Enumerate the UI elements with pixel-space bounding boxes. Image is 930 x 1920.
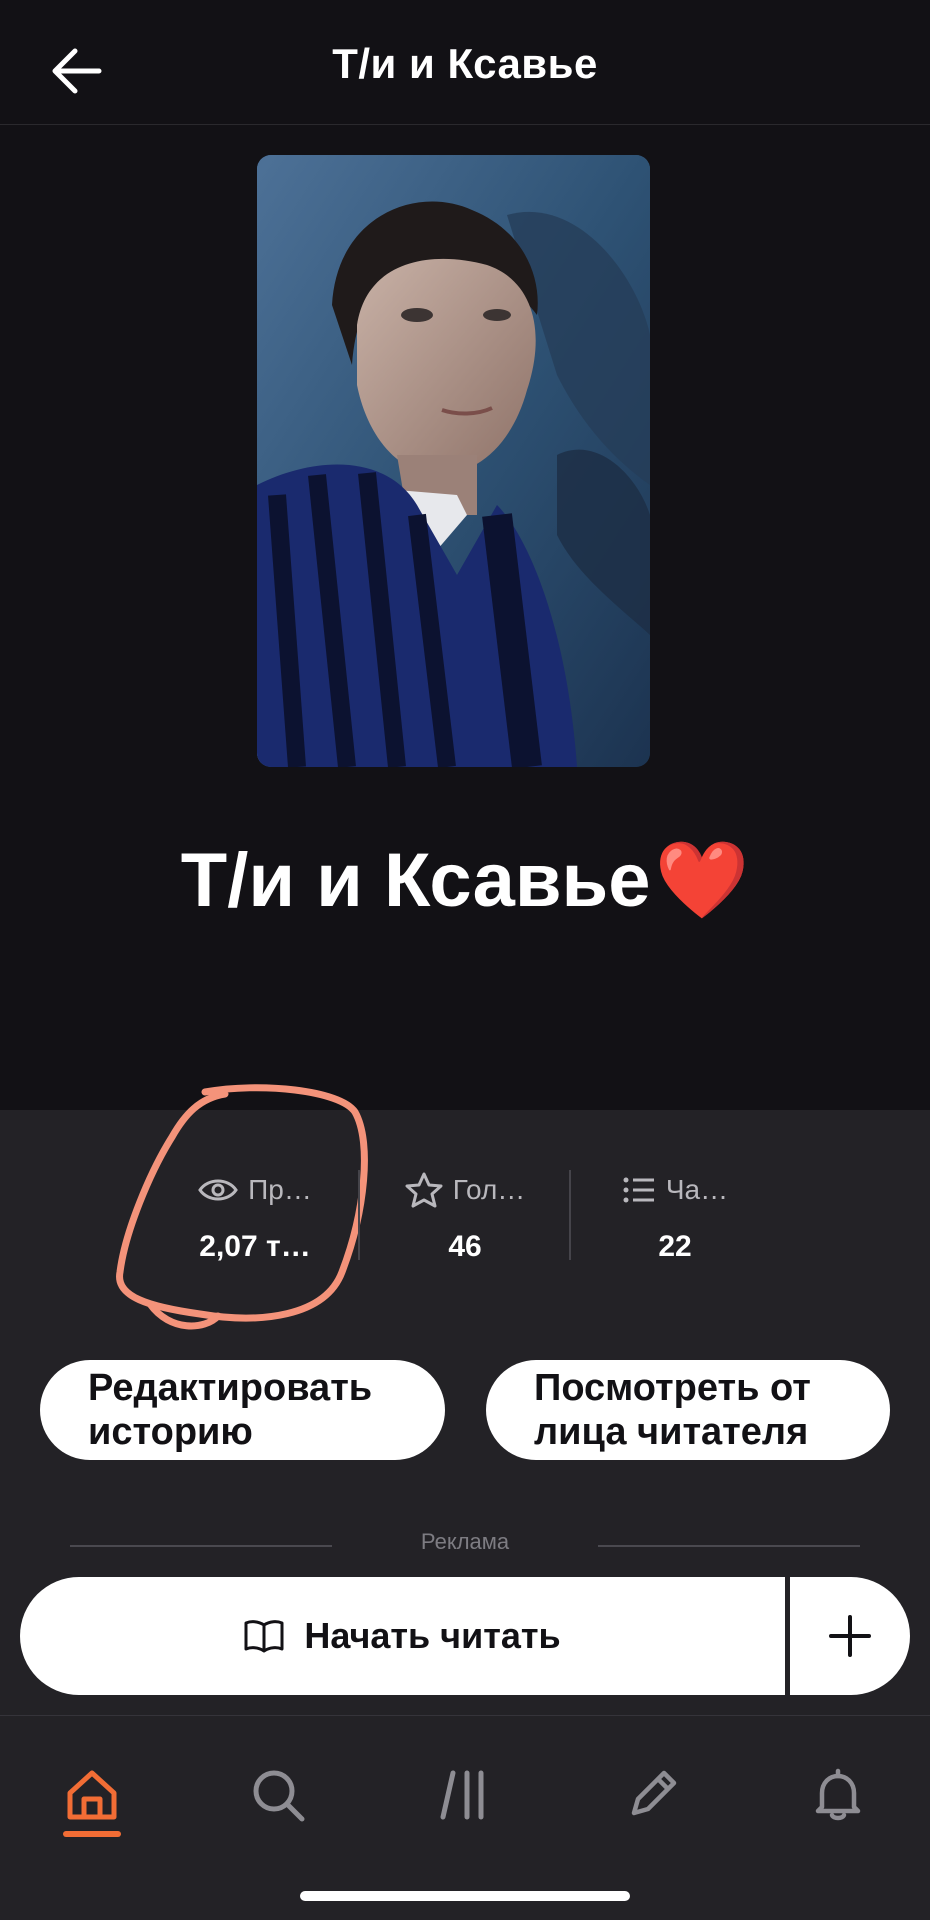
heart-emoji: ❤️ bbox=[654, 838, 750, 923]
library-icon bbox=[440, 1770, 484, 1820]
search-icon bbox=[253, 1770, 305, 1822]
story-cover-image bbox=[257, 155, 650, 767]
start-reading-bar: Начать читать bbox=[20, 1577, 910, 1695]
story-page: Т/и и Ксавье Т/и и Ксавье❤️ Пр… 2,07 т… … bbox=[0, 0, 930, 1920]
ad-separator: Реклама bbox=[70, 1525, 860, 1565]
reader-view-label-line1: Посмотреть от bbox=[534, 1367, 811, 1409]
page-title: Т/и и Ксавье bbox=[332, 40, 598, 87]
start-reading-button[interactable]: Начать читать bbox=[20, 1577, 785, 1695]
pencil-icon bbox=[631, 1770, 677, 1816]
story-hero: Т/и и Ксавье❤️ bbox=[0, 125, 930, 1110]
start-reading-label: Начать читать bbox=[304, 1615, 561, 1656]
add-to-library-button[interactable] bbox=[790, 1577, 910, 1695]
nav-home[interactable] bbox=[47, 1750, 137, 1840]
stat-votes: Гол… 46 bbox=[360, 1170, 570, 1264]
edit-story-label-line2: историю bbox=[88, 1411, 253, 1453]
ad-label: Реклама bbox=[420, 1529, 510, 1554]
star-icon bbox=[405, 1172, 443, 1208]
cover-illustration bbox=[257, 155, 650, 767]
nav-library[interactable] bbox=[420, 1750, 510, 1840]
bottom-nav bbox=[0, 1715, 930, 1920]
stat-votes-value: 46 bbox=[448, 1230, 482, 1263]
story-title: Т/и и Ксавье❤️ bbox=[0, 835, 930, 925]
nav-search[interactable] bbox=[233, 1750, 323, 1840]
top-bar: Т/и и Ксавье bbox=[0, 0, 930, 125]
eye-icon bbox=[198, 1179, 238, 1201]
divider bbox=[598, 1545, 860, 1547]
stat-votes-label: Гол… bbox=[452, 1174, 526, 1205]
bell-icon bbox=[815, 1768, 861, 1821]
home-icon bbox=[67, 1770, 117, 1820]
reader-view-button[interactable]: Посмотреть от лица читателя bbox=[486, 1360, 890, 1460]
active-tab-indicator bbox=[63, 1831, 121, 1837]
nav-write[interactable] bbox=[607, 1750, 697, 1840]
stat-views-value: 2,07 т… bbox=[199, 1230, 311, 1263]
stat-parts: Ча… 22 bbox=[570, 1170, 780, 1264]
reader-view-label-line2: лица читателя bbox=[534, 1411, 809, 1453]
story-title-text: Т/и и Ксавье bbox=[180, 838, 651, 923]
nav-notifications[interactable] bbox=[793, 1750, 883, 1840]
edit-story-button[interactable]: Редактировать историю bbox=[40, 1360, 445, 1460]
story-stats-panel: Пр… 2,07 т… Гол… 46 Ча… 22 Редактировать… bbox=[0, 1084, 930, 1715]
list-icon bbox=[623, 1177, 654, 1203]
edit-story-label-line1: Редактировать bbox=[88, 1367, 373, 1409]
stat-views: Пр… 2,07 т… bbox=[150, 1170, 360, 1264]
stat-views-label: Пр… bbox=[248, 1174, 312, 1205]
home-indicator[interactable] bbox=[300, 1891, 630, 1901]
stat-parts-label: Ча… bbox=[665, 1174, 729, 1205]
stat-parts-value: 22 bbox=[658, 1230, 692, 1263]
plus-icon bbox=[829, 1615, 871, 1657]
book-icon bbox=[244, 1620, 284, 1653]
